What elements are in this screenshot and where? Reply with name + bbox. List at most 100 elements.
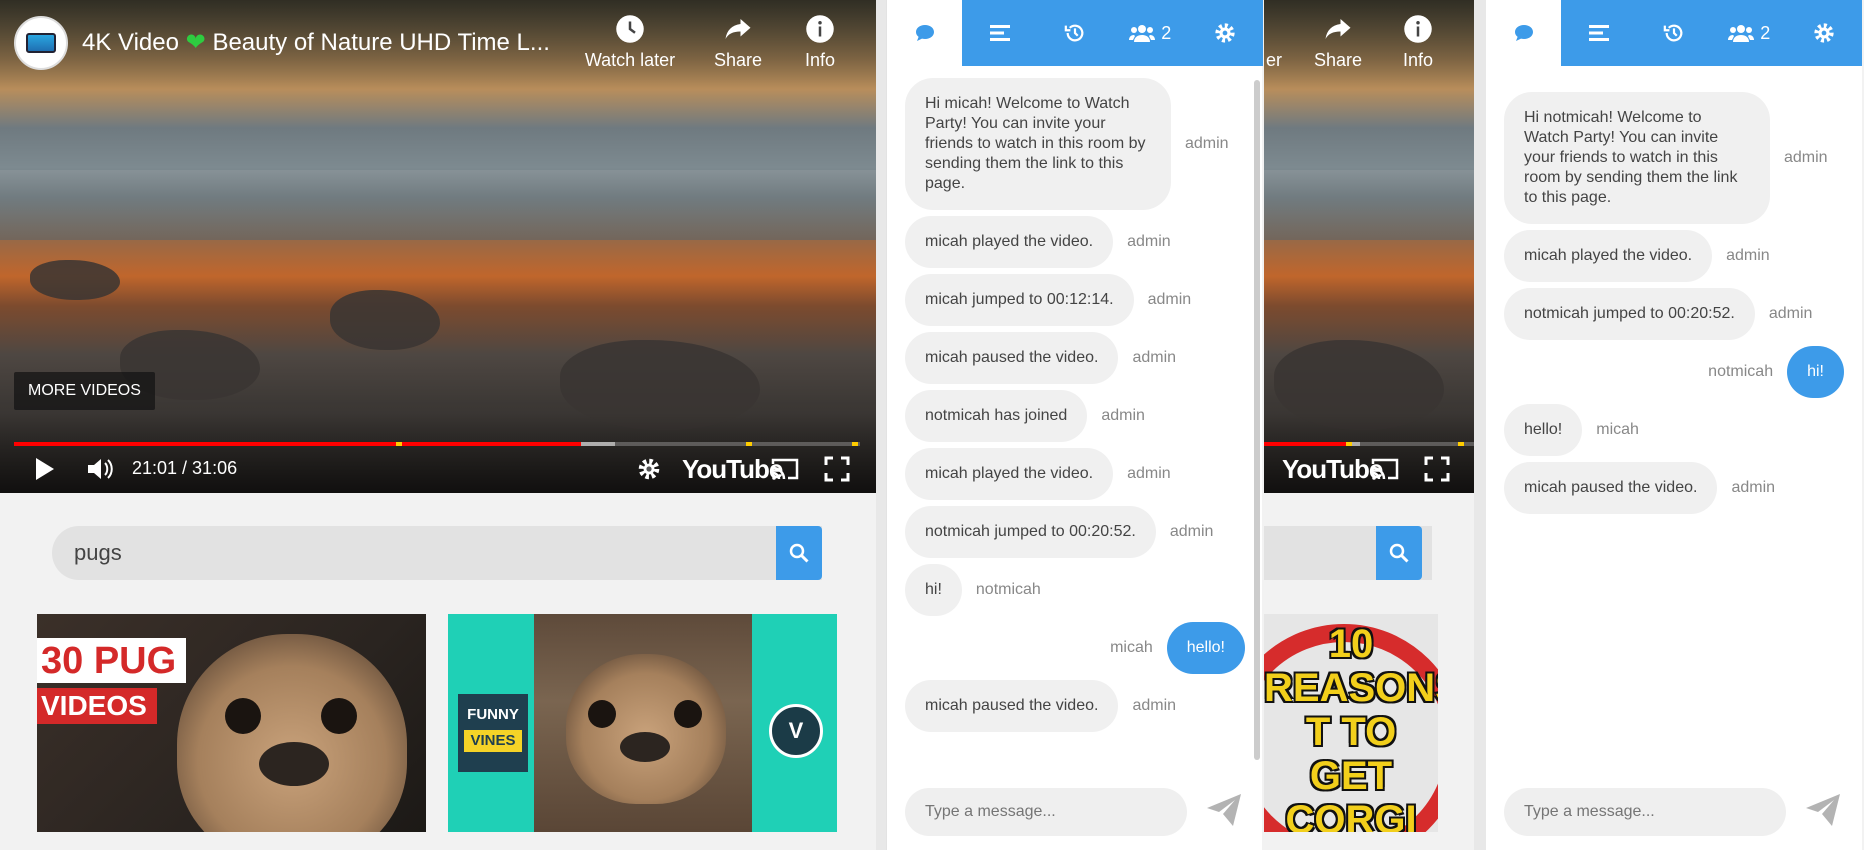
- chat-message: notmicah has joined admin: [905, 390, 1245, 442]
- chat-message: notmicah jumped to 00:20:52. admin: [905, 506, 1245, 558]
- channel-logo[interactable]: [14, 16, 68, 70]
- search-button[interactable]: [776, 526, 822, 580]
- send-icon: [1806, 794, 1840, 826]
- info-label: Info: [1402, 50, 1434, 70]
- message-author: admin: [1132, 349, 1177, 366]
- user-count: 2: [1161, 22, 1172, 43]
- message-author: admin: [1768, 305, 1813, 322]
- tab-settings[interactable]: [1188, 0, 1263, 66]
- chat-message: micah played the video. admin: [1504, 230, 1844, 282]
- video-thumbnail[interactable]: FUNNY VINES V: [448, 614, 837, 832]
- pug-nose: [620, 732, 670, 762]
- video-thumbnail[interactable]: 30 PUG VIDEOS: [37, 614, 426, 832]
- cast-button[interactable]: [1370, 456, 1400, 487]
- chapter-marker: [746, 442, 752, 446]
- search-button[interactable]: [1376, 526, 1422, 580]
- video-frame-rock: [30, 260, 120, 300]
- message-bubble: hello!: [1166, 622, 1245, 674]
- chapter-marker: [396, 442, 402, 446]
- tab-settings[interactable]: [1787, 0, 1862, 66]
- time-display: 21:01 / 31:06: [132, 458, 238, 478]
- message-author: admin: [1731, 479, 1776, 496]
- chat-message: micah played the video. admin: [905, 448, 1245, 500]
- fullscreen-button[interactable]: [1424, 456, 1450, 487]
- settings-button[interactable]: [636, 456, 662, 487]
- gear-icon: [638, 458, 660, 480]
- thumbnail-title-line: 10: [1328, 622, 1374, 666]
- video-title-a: 4K Video: [82, 29, 179, 56]
- message-bubble: hi!: [1787, 346, 1844, 398]
- users-icon: [1129, 25, 1156, 42]
- chapter-marker: [852, 442, 858, 446]
- message-author: admin: [1127, 465, 1171, 482]
- pug-nose: [259, 742, 329, 786]
- tab-users[interactable]: 2: [1712, 0, 1787, 66]
- message-author: notmicah: [1708, 363, 1774, 380]
- message-bubble: micah played the video.: [905, 448, 1114, 500]
- chat-icon: [915, 25, 934, 41]
- cast-icon: [771, 458, 799, 480]
- chat-messages[interactable]: Hi micah! Welcome to Watch Party! You ca…: [887, 66, 1263, 766]
- video-player[interactable]: 4K Video ❤ Beauty of Nature UHD Time L..…: [0, 0, 876, 493]
- watch-later-label: Watch later: [584, 50, 676, 70]
- more-videos-button[interactable]: MORE VIDEOS: [14, 372, 155, 410]
- video-title[interactable]: 4K Video ❤ Beauty of Nature UHD Time L..…: [82, 28, 550, 57]
- tab-chat[interactable]: [1486, 0, 1562, 66]
- progress-played: [14, 442, 581, 446]
- cast-button[interactable]: [770, 456, 800, 487]
- tab-playlist[interactable]: [1561, 0, 1636, 66]
- chat-sidebar: 2 Hi notmicah! Welcome to Watch Party! Y…: [1486, 0, 1862, 850]
- clock-icon: [570, 14, 690, 50]
- watch-party-window-micah: 4K Video ❤ Beauty of Nature UHD Time L..…: [0, 0, 1264, 850]
- message-author: admin: [1101, 407, 1145, 424]
- chat-message: micah paused the video. admin: [1504, 462, 1844, 514]
- tab-history[interactable]: [1636, 0, 1711, 66]
- chat-scrollbar[interactable]: [1254, 80, 1260, 760]
- info-label: Info: [804, 50, 836, 70]
- thumbnail-tag-bottom: VIDEOS: [37, 688, 157, 724]
- sidebar-tabs: 2: [1486, 0, 1862, 66]
- play-button[interactable]: [34, 456, 56, 487]
- message-bubble: notmicah jumped to 00:20:52.: [905, 506, 1156, 558]
- message-input[interactable]: [1504, 788, 1786, 836]
- gear-icon: [1215, 23, 1236, 43]
- tab-playlist[interactable]: [962, 0, 1037, 66]
- chat-messages[interactable]: Hi notmicah! Welcome to Watch Party! You…: [1486, 66, 1862, 766]
- tab-history[interactable]: [1037, 0, 1112, 66]
- search-input[interactable]: [52, 526, 752, 580]
- message-author: admin: [1726, 247, 1770, 264]
- chapter-marker: [1346, 442, 1352, 446]
- chat-message: hello! micah: [1504, 404, 1844, 456]
- info-button[interactable]: Info: [760, 14, 876, 71]
- chat-message: Hi micah! Welcome to Watch Party! You ca…: [905, 78, 1245, 210]
- sidebar-tabs: 2: [887, 0, 1263, 66]
- tab-chat[interactable]: [887, 0, 963, 66]
- video-player[interactable]: er Share Info YouTube: [1264, 0, 1474, 493]
- info-button[interactable]: Info: [1358, 14, 1474, 71]
- watch-later-button[interactable]: Watch later: [570, 14, 690, 71]
- send-button[interactable]: [1205, 792, 1245, 832]
- send-button[interactable]: [1804, 792, 1844, 832]
- video-frame-sea: [0, 170, 876, 240]
- fullscreen-icon: [824, 456, 850, 482]
- youtube-logo[interactable]: YouTube: [1282, 454, 1383, 485]
- fullscreen-button[interactable]: [824, 456, 850, 487]
- progress-bar[interactable]: [14, 442, 860, 446]
- video-title-b: Beauty of Nature UHD Time L...: [212, 29, 550, 56]
- pug-face: [177, 634, 407, 832]
- funny-vines-badge: FUNNY VINES: [458, 694, 528, 772]
- video-thumbnail[interactable]: 10REASONST TO GETCORGI: [1264, 614, 1438, 832]
- message-bubble: notmicah jumped to 00:20:52.: [1504, 288, 1755, 340]
- heart-icon: ❤: [185, 29, 206, 56]
- message-bubble: micah paused the video.: [905, 680, 1119, 732]
- volume-button[interactable]: [86, 456, 114, 487]
- message-bubble: notmicah has joined: [905, 390, 1088, 442]
- progress-bar[interactable]: [1264, 442, 1474, 446]
- youtube-logo[interactable]: YouTube: [682, 454, 783, 485]
- playlist-icon: [989, 25, 1010, 41]
- message-bubble: micah played the video.: [905, 216, 1114, 268]
- message-input[interactable]: [905, 788, 1187, 836]
- tab-users[interactable]: 2: [1113, 0, 1188, 66]
- users-icon: [1728, 25, 1755, 42]
- layout-gutter: [876, 0, 886, 850]
